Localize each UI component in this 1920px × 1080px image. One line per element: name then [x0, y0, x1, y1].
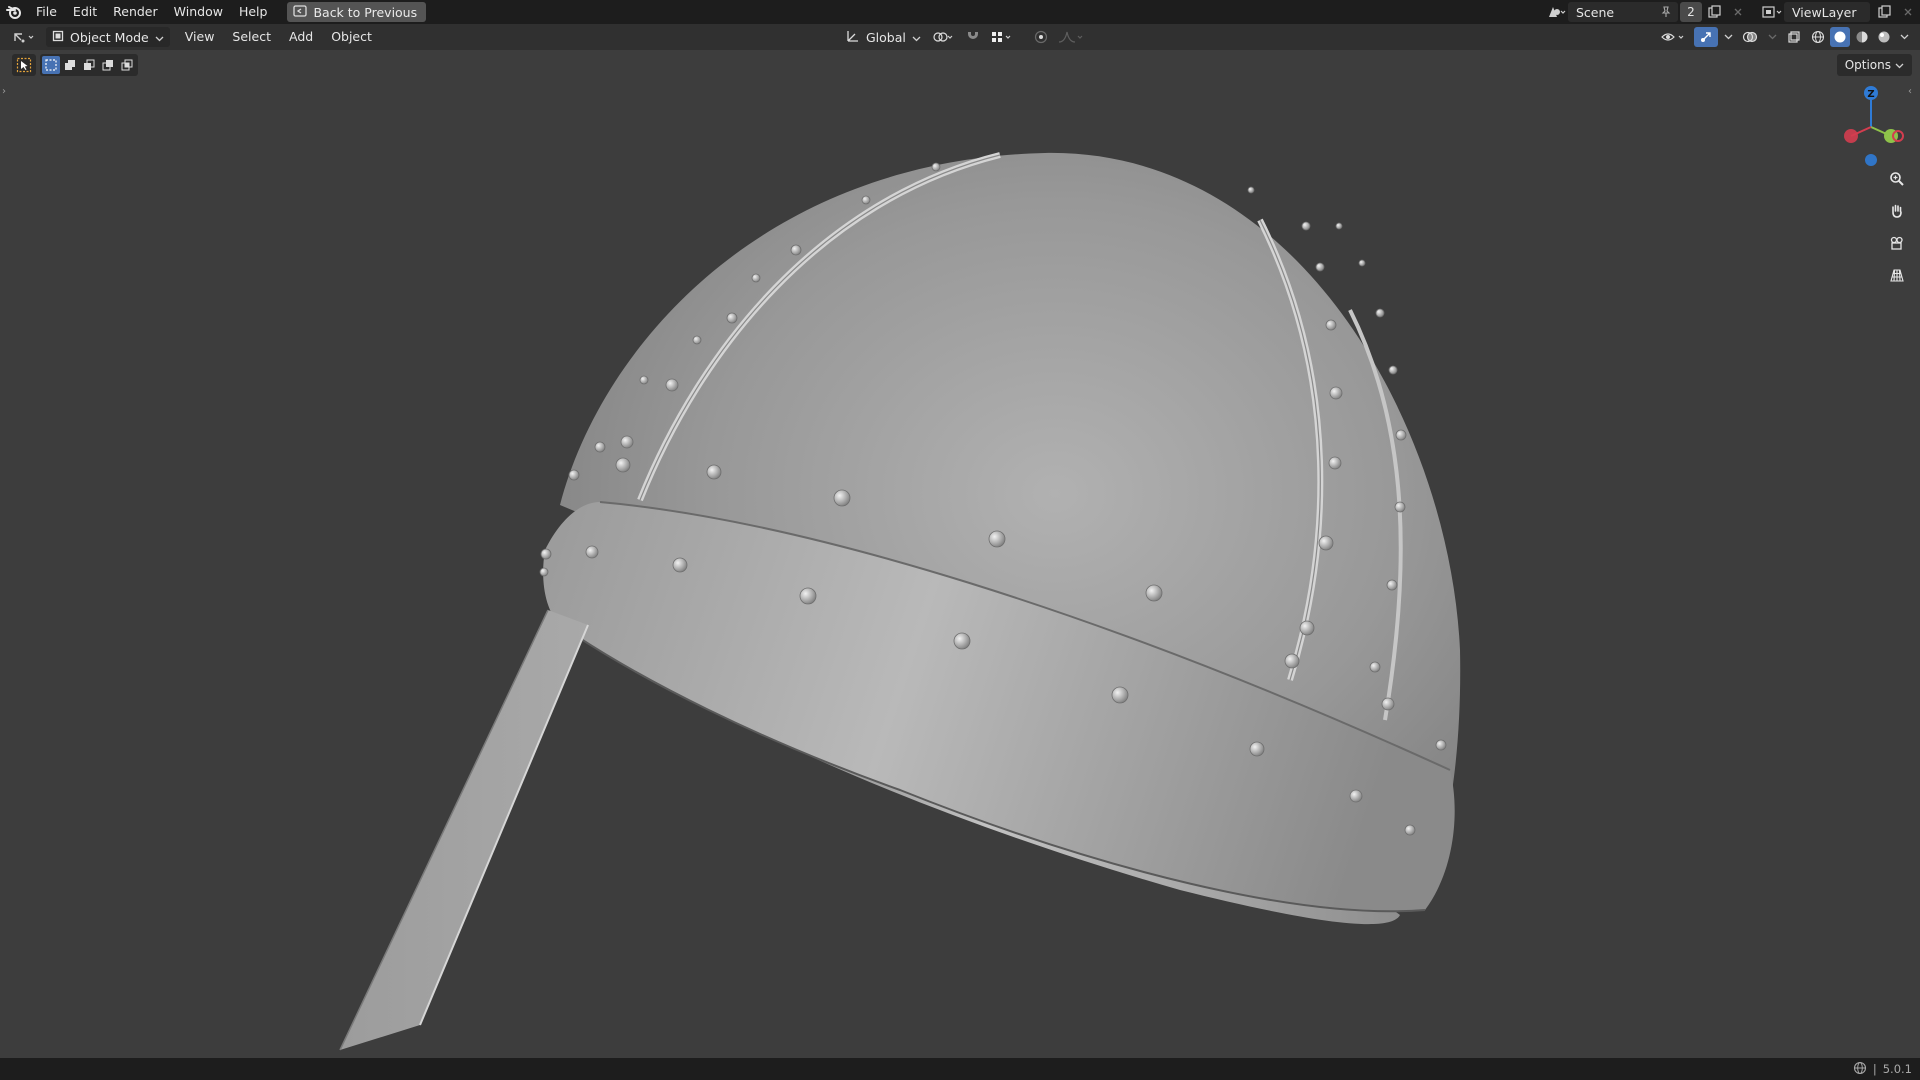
object-mode-icon: [52, 30, 64, 45]
select-tool-icon[interactable]: [12, 54, 36, 76]
delete-view-layer-icon[interactable]: [1896, 2, 1920, 22]
menu-window[interactable]: Window: [166, 0, 231, 24]
scene-users-count[interactable]: 2: [1680, 2, 1702, 22]
transform-tools: Global: [836, 24, 1087, 50]
toolbar-expand-arrow-icon[interactable]: ›: [2, 86, 12, 100]
delete-scene-icon[interactable]: [1726, 2, 1750, 22]
menu-object[interactable]: Object: [322, 24, 381, 50]
language-globe-icon[interactable]: [1853, 1061, 1867, 1078]
pan-hand-icon[interactable]: [1884, 198, 1910, 224]
selection-mode-group: [40, 54, 138, 76]
menu-render[interactable]: Render: [105, 0, 166, 24]
material-shading-icon[interactable]: [1852, 27, 1872, 47]
select-intersect-icon[interactable]: [118, 56, 136, 74]
top-menu-bar: File Edit Render Window Help Back to Pre…: [0, 0, 1920, 24]
helmet-model[interactable]: [0, 50, 1920, 1058]
view-layer-name[interactable]: ViewLayer: [1784, 5, 1870, 20]
falloff-icon[interactable]: [1055, 27, 1087, 47]
chevron-down-icon[interactable]: [1896, 27, 1912, 47]
camera-view-icon[interactable]: [1884, 230, 1910, 256]
perspective-toggle-icon[interactable]: [1884, 262, 1910, 288]
chevron-down-icon: [912, 30, 921, 45]
version-label: 5.0.1: [1882, 1062, 1912, 1076]
menu-select[interactable]: Select: [223, 24, 280, 50]
select-subtract-icon[interactable]: [80, 56, 98, 74]
select-extend-icon[interactable]: [61, 56, 79, 74]
gizmo-toggle-icon[interactable]: [1694, 27, 1718, 47]
viewport-header: Object Mode View Select Add Object Globa…: [0, 24, 1920, 50]
visibility-icon[interactable]: [1658, 27, 1692, 47]
3d-viewport[interactable]: › ‹ Options Z: [0, 50, 1920, 1058]
view-layer-field[interactable]: ViewLayer: [1784, 2, 1870, 22]
status-bar: | 5.0.1: [0, 1058, 1920, 1080]
scene-field[interactable]: Scene: [1568, 2, 1678, 22]
select-invert-icon[interactable]: [99, 56, 117, 74]
new-view-layer-icon[interactable]: [1872, 2, 1896, 22]
gizmo-z-label: Z: [1867, 89, 1874, 100]
zoom-icon[interactable]: [1884, 166, 1910, 192]
solid-shading-icon[interactable]: [1830, 27, 1850, 47]
object-mode-label: Object Mode: [70, 29, 149, 45]
options-label: Options: [1844, 58, 1891, 72]
status-divider: |: [1872, 1062, 1877, 1076]
menu-add[interactable]: Add: [280, 24, 322, 50]
back-to-previous-label: Back to Previous: [313, 4, 418, 20]
object-mode-dropdown[interactable]: Object Mode: [46, 27, 170, 47]
xray-toggle-icon[interactable]: [1782, 27, 1806, 47]
new-scene-icon[interactable]: [1702, 2, 1726, 22]
transform-orientation-label: Global: [866, 29, 906, 45]
rendered-shading-icon[interactable]: [1874, 27, 1894, 47]
select-new-icon[interactable]: [42, 56, 60, 74]
overlays-toggle-icon[interactable]: [1738, 27, 1762, 47]
tool-strip: [12, 54, 138, 76]
viewport-display-tools: [1658, 24, 1912, 50]
orientation-icon: [846, 29, 860, 46]
chevron-down-icon: [1895, 58, 1904, 72]
topbar-right-group: Scene 2 ViewLayer: [1544, 0, 1920, 24]
chevron-down-icon[interactable]: [1720, 27, 1736, 47]
menu-view[interactable]: View: [176, 24, 224, 50]
chevron-down-icon: [155, 30, 164, 45]
wireframe-shading-icon[interactable]: [1808, 27, 1828, 47]
scene-name[interactable]: Scene: [1568, 5, 1654, 20]
back-icon: [293, 4, 308, 20]
view-layer-selector-icon[interactable]: [1760, 2, 1784, 22]
navigation-gizmo[interactable]: Z: [1836, 84, 1906, 168]
proportional-editing-icon[interactable]: [1029, 27, 1053, 47]
navigation-tools: [1884, 166, 1910, 288]
options-dropdown[interactable]: Options: [1836, 54, 1912, 76]
snap-target-icon[interactable]: [987, 27, 1017, 47]
transform-orientation-dropdown[interactable]: Global: [840, 27, 927, 47]
snap-toggle-icon[interactable]: [961, 27, 985, 47]
blender-logo-icon[interactable]: [0, 0, 28, 24]
pin-icon[interactable]: [1654, 2, 1678, 22]
menu-file[interactable]: File: [28, 0, 65, 24]
menu-help[interactable]: Help: [231, 0, 276, 24]
scene-selector-icon[interactable]: [1544, 2, 1568, 22]
menu-edit[interactable]: Edit: [65, 0, 105, 24]
editor-type-icon[interactable]: [6, 27, 42, 47]
back-to-previous-button[interactable]: Back to Previous: [287, 2, 427, 22]
sidebar-expand-arrow-icon[interactable]: ‹: [1908, 86, 1918, 100]
chevron-down-icon[interactable]: [1764, 27, 1780, 47]
pivot-point-icon[interactable]: [929, 27, 959, 47]
